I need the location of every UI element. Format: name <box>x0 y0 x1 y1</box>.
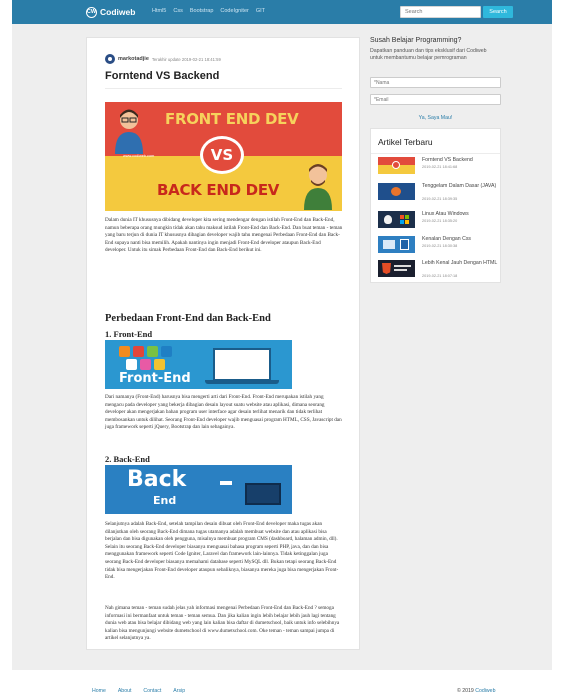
nav-links: Html5 Css Bootstrap CodeIgniter GIT <box>152 8 265 14</box>
last-updated: Terakhir update 2019-02-21 18:41:59 <box>151 56 221 62</box>
hero-image: FRONT END DEV www.codiweb.com VS BACK EN… <box>105 102 342 211</box>
brand-name: Codiweb <box>100 7 136 17</box>
recent-article-title[interactable]: Tenggelam Dalam Dasar (JAVA) <box>422 183 498 189</box>
footer-copyright: © 2019 Codiweb <box>457 688 495 694</box>
laptop-icon <box>213 348 271 381</box>
back-end-paragraph: Selanjutnya adalah Back-End, setelah tam… <box>105 521 339 581</box>
laptop-base <box>205 380 279 384</box>
html5-thumbnail <box>378 260 415 277</box>
css-thumbnail <box>378 236 415 253</box>
article-card: markotadjie Terakhir update 2019-02-21 1… <box>86 37 360 650</box>
developer-illustration-left <box>115 109 143 154</box>
recent-articles-box: Artikel Terbaru Forntend VS Backend 2019… <box>370 128 501 283</box>
developer-illustration-right <box>304 164 332 210</box>
nav-link-git[interactable]: GIT <box>256 8 265 14</box>
recent-articles-title: Artikel Terbaru <box>378 137 433 147</box>
copyright-brand-link[interactable]: Codiweb <box>475 688 495 694</box>
recent-article-item[interactable]: Tenggelam Dalam Dasar (JAVA) 2019-02-21 … <box>378 183 498 205</box>
recent-article-item[interactable]: Lebih Kenal Jauh Dengan HTML 2019-02-21 … <box>378 260 498 282</box>
back-end-heading: 2. Back-End <box>105 454 150 464</box>
js-icon <box>161 346 172 357</box>
recent-article-item[interactable]: Kenalan Dengan Css 2019-02-21 18:30:38 <box>378 236 498 258</box>
footer-links: Home About Contact Arsip <box>92 688 185 694</box>
recent-article-date: 2019-02-21 18:30:38 <box>422 244 458 248</box>
html-icon <box>133 346 144 357</box>
nav-link-css[interactable]: Css <box>173 8 182 14</box>
back-end-image: Back End <box>105 465 292 514</box>
copyright-text: © 2019 <box>457 688 474 694</box>
java-thumbnail <box>378 183 415 200</box>
author-name[interactable]: markotadjie <box>118 56 149 62</box>
divider <box>371 153 500 154</box>
hero-front-text: FRONT END DEV <box>165 110 299 128</box>
nav-link-bootstrap[interactable]: Bootstrap <box>190 8 214 14</box>
code-icon <box>154 359 165 370</box>
divider <box>105 88 342 89</box>
section-heading: Perbedaan Front-End dan Back-End <box>105 313 271 324</box>
footer-link-about[interactable]: About <box>118 688 132 694</box>
recent-article-title[interactable]: Kenalan Dengan Css <box>422 236 498 242</box>
css-icon <box>147 346 158 357</box>
subscribe-title: Susah Belajar Programming? <box>370 37 462 44</box>
email-field[interactable] <box>370 94 501 105</box>
nav-link-codeigniter[interactable]: CodeIgniter <box>220 8 248 14</box>
footer-link-contact[interactable]: Contact <box>143 688 161 694</box>
front-end-heading: 1. Front-End <box>105 329 153 339</box>
author-avatar <box>105 54 115 64</box>
subscribe-button[interactable]: Ya, Saya Mau! <box>370 113 501 122</box>
recent-article-date: 2019-02-21 18:39:35 <box>422 197 458 201</box>
article-meta: markotadjie Terakhir update 2019-02-21 1… <box>105 54 221 64</box>
recent-article-item[interactable]: Forntend VS Backend 2019-02-21 18:41:68 <box>378 157 498 179</box>
front-end-image-label: Front-End <box>119 371 191 386</box>
layout-icon <box>126 359 137 370</box>
recent-article-date: 2019-02-21 18:35:20 <box>422 219 458 223</box>
nav-link-html5[interactable]: Html5 <box>152 8 166 14</box>
codiweb-logo-icon: CW <box>86 6 97 18</box>
search-input[interactable] <box>400 6 481 18</box>
dash-shape <box>220 481 232 485</box>
recent-article-title[interactable]: Lebih Kenal Jauh Dengan HTML <box>422 260 498 266</box>
recent-article-date: 2019-02-21 18:41:68 <box>422 165 458 169</box>
hero-vs-badge: VS <box>200 136 244 174</box>
recent-article-date: 2019-02-21 18:07:18 <box>422 274 458 278</box>
hero-back-text: BACK END DEV <box>157 181 280 199</box>
front-end-image: Front-End <box>105 340 292 389</box>
recent-article-item[interactable]: Linux Atau Windows 2019-02-21 18:35:20 <box>378 211 498 233</box>
linux-windows-thumbnail <box>378 211 415 228</box>
back-end-image-word2: End <box>153 494 177 507</box>
back-end-image-word1: Back <box>127 467 187 492</box>
frontend-vs-backend-thumbnail <box>378 157 415 174</box>
intro-paragraph: Dalam dunia IT khususnya dibidang develo… <box>105 217 343 254</box>
footer-link-archive[interactable]: Arsip <box>173 688 185 694</box>
subscribe-description: Dapatkan panduan dan tips eksklusif dari… <box>370 48 487 61</box>
front-end-paragraph: Dari namanya (Front-End) harusnya bisa m… <box>105 394 342 431</box>
name-field[interactable] <box>370 77 501 88</box>
design-icon <box>140 359 151 370</box>
article-title: Forntend VS Backend <box>105 70 220 82</box>
search-button[interactable]: Search <box>483 6 513 18</box>
hero-url-text: www.codiweb.com <box>123 154 155 158</box>
footer-link-home[interactable]: Home <box>92 688 106 694</box>
closing-paragraph: Nah gimana teman - teman sudah jelas yah… <box>105 605 340 642</box>
navbar: CW Codiweb Html5 Css Bootstrap CodeIgnit… <box>12 0 552 24</box>
recent-article-title[interactable]: Forntend VS Backend <box>422 157 498 163</box>
laptop-icon <box>245 483 281 505</box>
brand-logo[interactable]: CW Codiweb <box>86 6 135 18</box>
recent-article-title[interactable]: Linux Atau Windows <box>422 211 498 217</box>
web-icon <box>119 346 130 357</box>
